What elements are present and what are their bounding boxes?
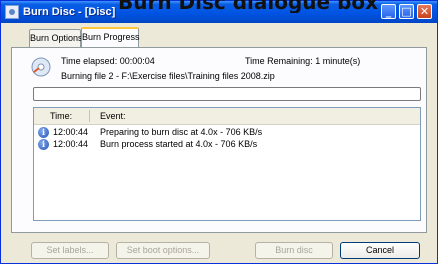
event-log-list[interactable]: Time: Event: i 12:00:44 Preparing to bur… [33, 107, 421, 221]
event-row[interactable]: i 12:00:44 Preparing to burn disc at 4.0… [34, 127, 420, 139]
tab-burn-progress[interactable]: Burn Progress [81, 27, 140, 47]
burning-disc-icon [31, 57, 51, 77]
time-elapsed: Time elapsed: 00:00:04 [61, 56, 155, 66]
burn-disc-button[interactable]: Burn disc [255, 242, 333, 259]
column-time-header[interactable]: Time: [50, 111, 72, 121]
tab-burn-options[interactable]: Burn Options [29, 29, 83, 47]
event-text: Burn process started at 4.0x - 706 KB/s [100, 139, 258, 149]
event-text: Preparing to burn disc at 4.0x - 706 KB/… [100, 127, 263, 137]
window-title: Burn Disc - [Disc] [23, 6, 116, 18]
time-remaining: Time Remaining: 1 minute(s) [245, 56, 361, 66]
event-time: 12:00:44 [53, 127, 89, 137]
burn-progress-bar [33, 87, 421, 101]
info-icon: i [38, 139, 49, 150]
event-time: 12:00:44 [53, 139, 89, 149]
page-caption: Burn Disc dialogue box [118, 0, 379, 13]
event-row[interactable]: i 12:00:44 Burn process started at 4.0x … [34, 139, 420, 151]
column-event-header[interactable]: Event: [100, 111, 126, 121]
burning-file-status: Burning file 2 - F:\Exercise files\Train… [61, 71, 275, 81]
burn-disc-app-icon [5, 5, 19, 19]
set-boot-options-button[interactable]: Set boot options... [116, 242, 210, 259]
set-labels-button[interactable]: Set labels... [31, 242, 109, 259]
info-icon: i [38, 127, 49, 138]
cancel-button[interactable]: Cancel [340, 242, 420, 259]
event-log-header: Time: Event: [34, 108, 420, 125]
column-divider[interactable] [89, 110, 90, 122]
burn-disc-window: Burn Disc - [Disc] _ □ ✕ Burn Options Bu… [0, 0, 438, 264]
